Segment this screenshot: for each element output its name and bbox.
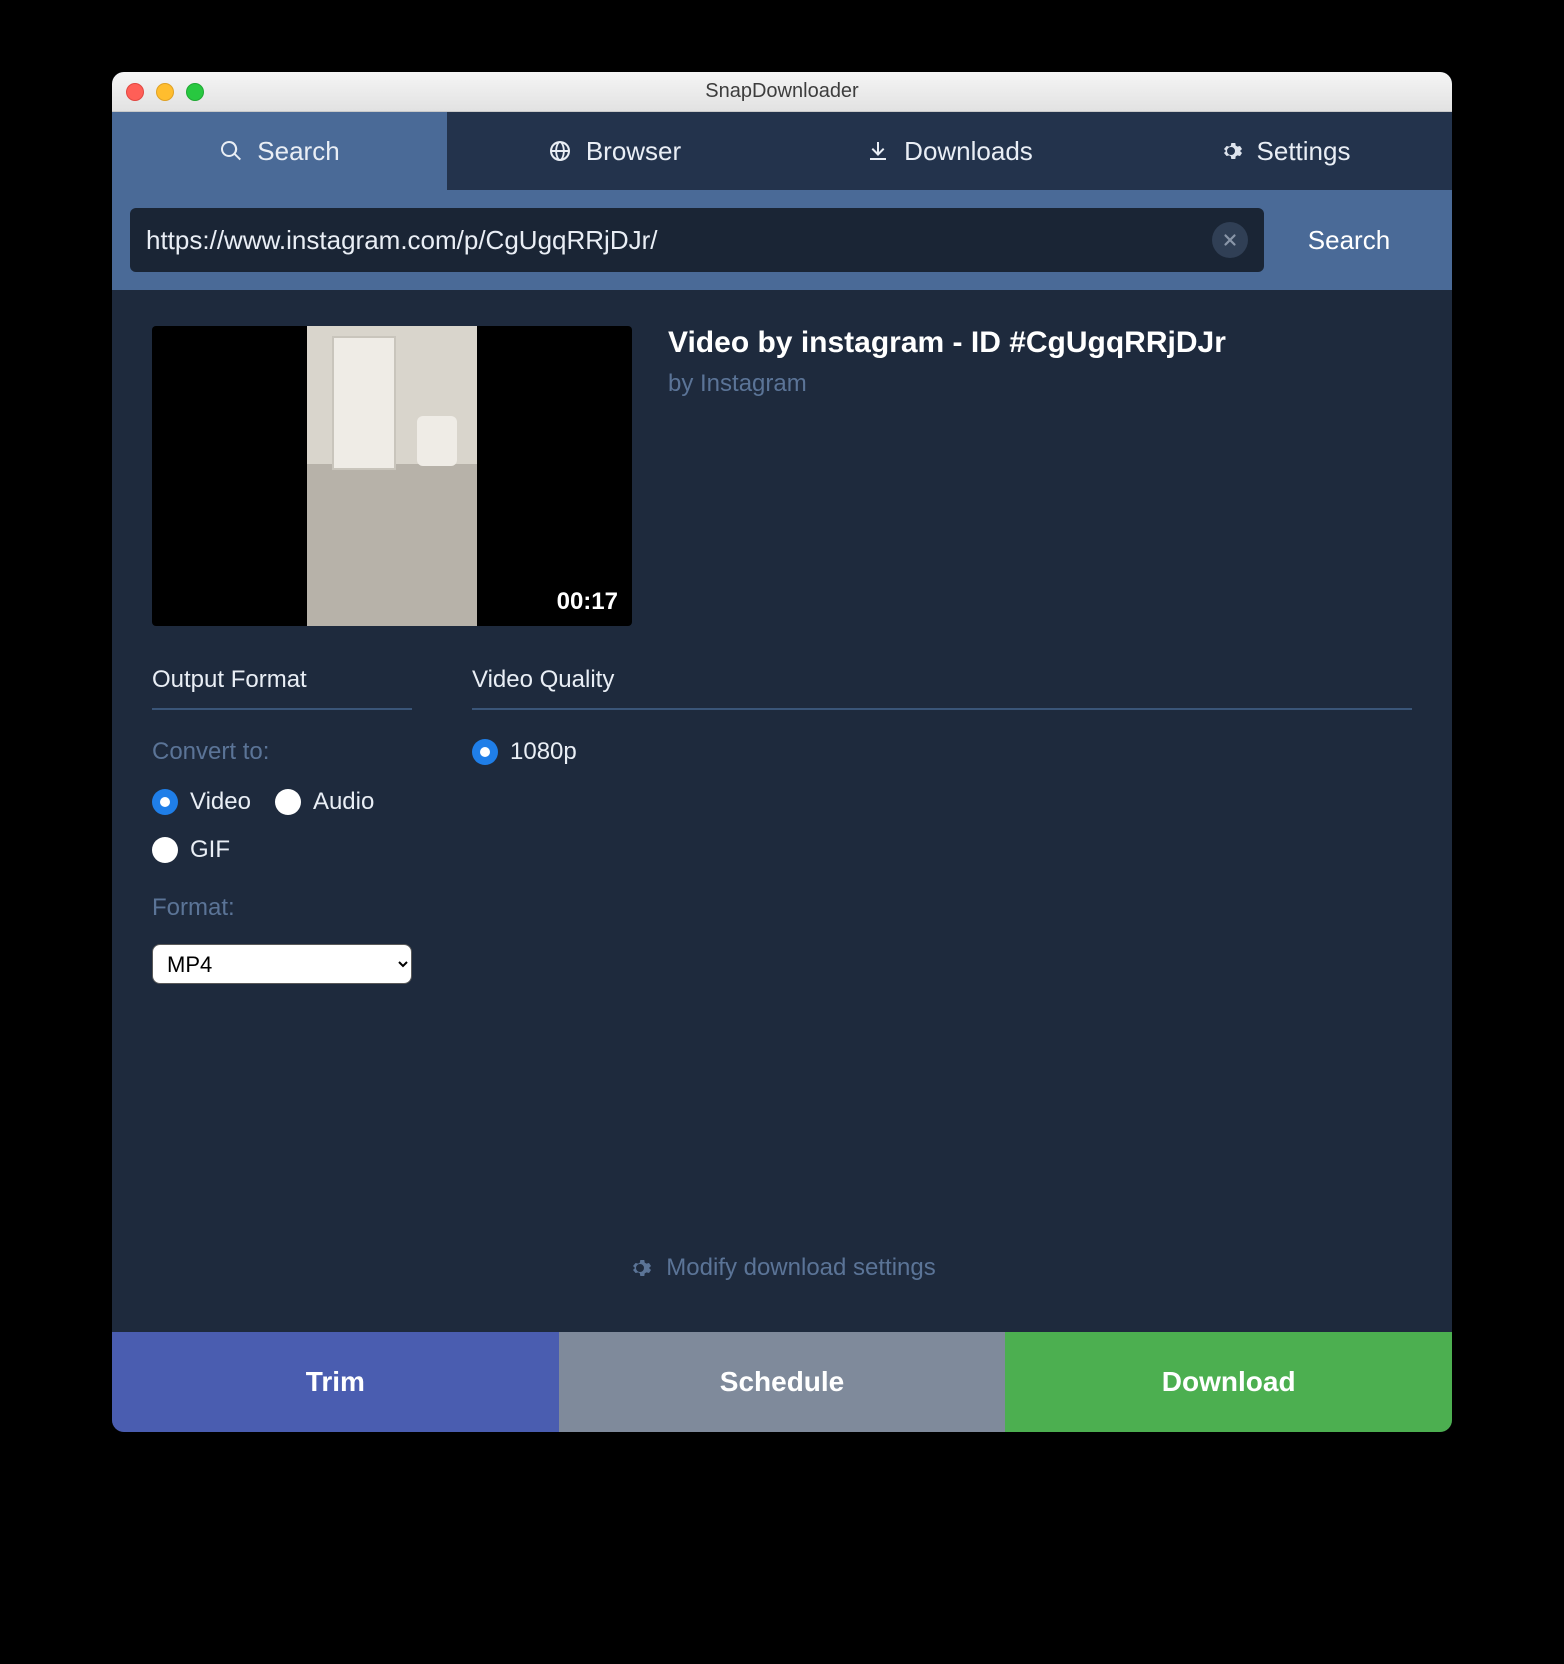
radio-label: Video bbox=[190, 788, 251, 816]
video-title: Video by instagram - ID #CgUgqRRjDJr bbox=[668, 326, 1226, 360]
radio-1080p[interactable]: 1080p bbox=[472, 738, 1412, 766]
output-format-header: Output Format bbox=[152, 666, 412, 710]
video-source: by Instagram bbox=[668, 370, 1226, 398]
video-duration: 00:17 bbox=[557, 588, 618, 616]
video-quality-header: Video Quality bbox=[472, 666, 1412, 710]
globe-icon bbox=[548, 139, 572, 163]
gear-icon bbox=[1219, 139, 1243, 163]
action-bar: Trim Schedule Download bbox=[112, 1332, 1452, 1432]
tab-label: Browser bbox=[586, 136, 681, 167]
convert-radio-group: Video Audio GIF bbox=[152, 788, 412, 864]
search-button-label: Search bbox=[1308, 225, 1390, 256]
radio-gif[interactable]: GIF bbox=[152, 836, 230, 864]
tab-label: Settings bbox=[1257, 136, 1351, 167]
searchbar: Search bbox=[112, 190, 1452, 290]
format-select[interactable]: MP4 bbox=[152, 944, 412, 984]
radio-label: 1080p bbox=[510, 738, 577, 766]
download-arrow-icon bbox=[866, 139, 890, 163]
tab-downloads[interactable]: Downloads bbox=[782, 112, 1117, 190]
window-title: SnapDownloader bbox=[705, 80, 858, 103]
url-input-wrap bbox=[130, 208, 1264, 272]
format-label: Format: bbox=[152, 894, 412, 922]
tab-label: Search bbox=[257, 136, 339, 167]
schedule-button-label: Schedule bbox=[720, 1366, 844, 1398]
main-tabs: Search Browser Downloads Settings bbox=[112, 112, 1452, 190]
url-input[interactable] bbox=[146, 225, 1212, 256]
app-window: SnapDownloader Search Browser Downloads … bbox=[112, 72, 1452, 1432]
radio-audio[interactable]: Audio bbox=[275, 788, 374, 816]
modify-settings-label: Modify download settings bbox=[666, 1254, 935, 1282]
close-icon bbox=[1221, 231, 1239, 249]
trim-button[interactable]: Trim bbox=[112, 1332, 559, 1432]
output-format-section: Output Format Convert to: Video Audio GI… bbox=[152, 666, 412, 984]
tab-browser[interactable]: Browser bbox=[447, 112, 782, 190]
close-window-button[interactable] bbox=[126, 83, 144, 101]
quality-radio-group: 1080p bbox=[472, 738, 1412, 766]
window-controls bbox=[126, 83, 204, 101]
content-area: 00:17 Video by instagram - ID #CgUgqRRjD… bbox=[112, 290, 1452, 1332]
video-metadata: Video by instagram - ID #CgUgqRRjDJr by … bbox=[668, 326, 1226, 626]
schedule-button[interactable]: Schedule bbox=[559, 1332, 1006, 1432]
radio-dot-icon bbox=[152, 837, 178, 863]
video-thumbnail: 00:17 bbox=[152, 326, 632, 626]
thumbnail-image bbox=[307, 326, 477, 626]
gear-icon bbox=[628, 1256, 652, 1280]
radio-label: GIF bbox=[190, 836, 230, 864]
video-quality-section: Video Quality 1080p bbox=[472, 666, 1412, 984]
maximize-window-button[interactable] bbox=[186, 83, 204, 101]
search-button[interactable]: Search bbox=[1264, 208, 1434, 272]
convert-to-label: Convert to: bbox=[152, 738, 412, 766]
tab-settings[interactable]: Settings bbox=[1117, 112, 1452, 190]
download-button-label: Download bbox=[1162, 1366, 1296, 1398]
clear-input-button[interactable] bbox=[1212, 222, 1248, 258]
trim-button-label: Trim bbox=[306, 1366, 365, 1398]
download-button[interactable]: Download bbox=[1005, 1332, 1452, 1432]
radio-video[interactable]: Video bbox=[152, 788, 251, 816]
radio-dot-icon bbox=[275, 789, 301, 815]
titlebar: SnapDownloader bbox=[112, 72, 1452, 112]
tab-search[interactable]: Search bbox=[112, 112, 447, 190]
search-icon bbox=[219, 139, 243, 163]
minimize-window-button[interactable] bbox=[156, 83, 174, 101]
radio-dot-icon bbox=[472, 739, 498, 765]
radio-dot-icon bbox=[152, 789, 178, 815]
radio-label: Audio bbox=[313, 788, 374, 816]
modify-download-settings[interactable]: Modify download settings bbox=[152, 1234, 1412, 1312]
tab-label: Downloads bbox=[904, 136, 1033, 167]
